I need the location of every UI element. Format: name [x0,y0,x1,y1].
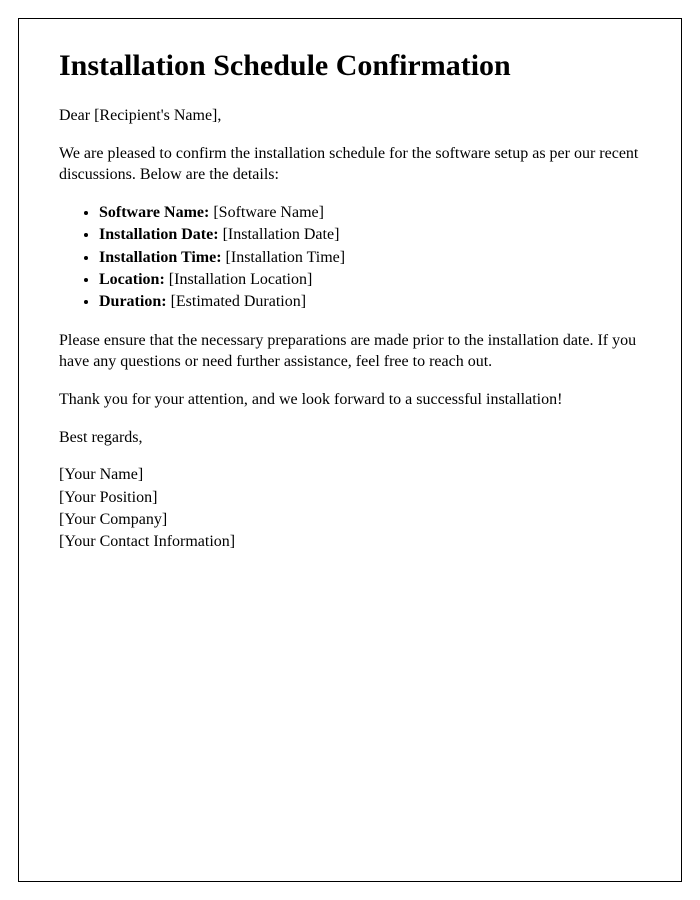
document-page: Installation Schedule Confirmation Dear … [18,18,682,882]
detail-label: Duration: [99,293,167,310]
list-item: Installation Date: [Installation Date] [99,224,641,246]
page-title: Installation Schedule Confirmation [59,49,641,83]
details-list: Software Name: [Software Name] Installat… [99,202,641,314]
list-item: Software Name: [Software Name] [99,202,641,224]
detail-label: Location: [99,271,165,288]
list-item: Duration: [Estimated Duration] [99,291,641,313]
detail-value: [Installation Location] [165,271,313,288]
thanks-paragraph: Thank you for your attention, and we loo… [59,389,641,411]
signature-name: [Your Name] [59,464,641,486]
signature-contact: [Your Contact Information] [59,531,641,553]
list-item: Location: [Installation Location] [99,269,641,291]
detail-label: Installation Date: [99,226,219,243]
detail-label: Software Name: [99,204,209,221]
intro-paragraph: We are pleased to confirm the installati… [59,143,641,186]
signature-position: [Your Position] [59,487,641,509]
greeting-line: Dear [Recipient's Name], [59,105,641,127]
signature-company: [Your Company] [59,509,641,531]
detail-value: [Estimated Duration] [167,293,307,310]
detail-value: [Installation Date] [219,226,340,243]
detail-label: Installation Time: [99,249,222,266]
detail-value: [Installation Time] [222,249,346,266]
closing-line: Best regards, [59,427,641,449]
detail-value: [Software Name] [209,204,324,221]
signature-block: [Your Name] [Your Position] [Your Compan… [59,464,641,554]
instructions-paragraph: Please ensure that the necessary prepara… [59,330,641,373]
list-item: Installation Time: [Installation Time] [99,247,641,269]
